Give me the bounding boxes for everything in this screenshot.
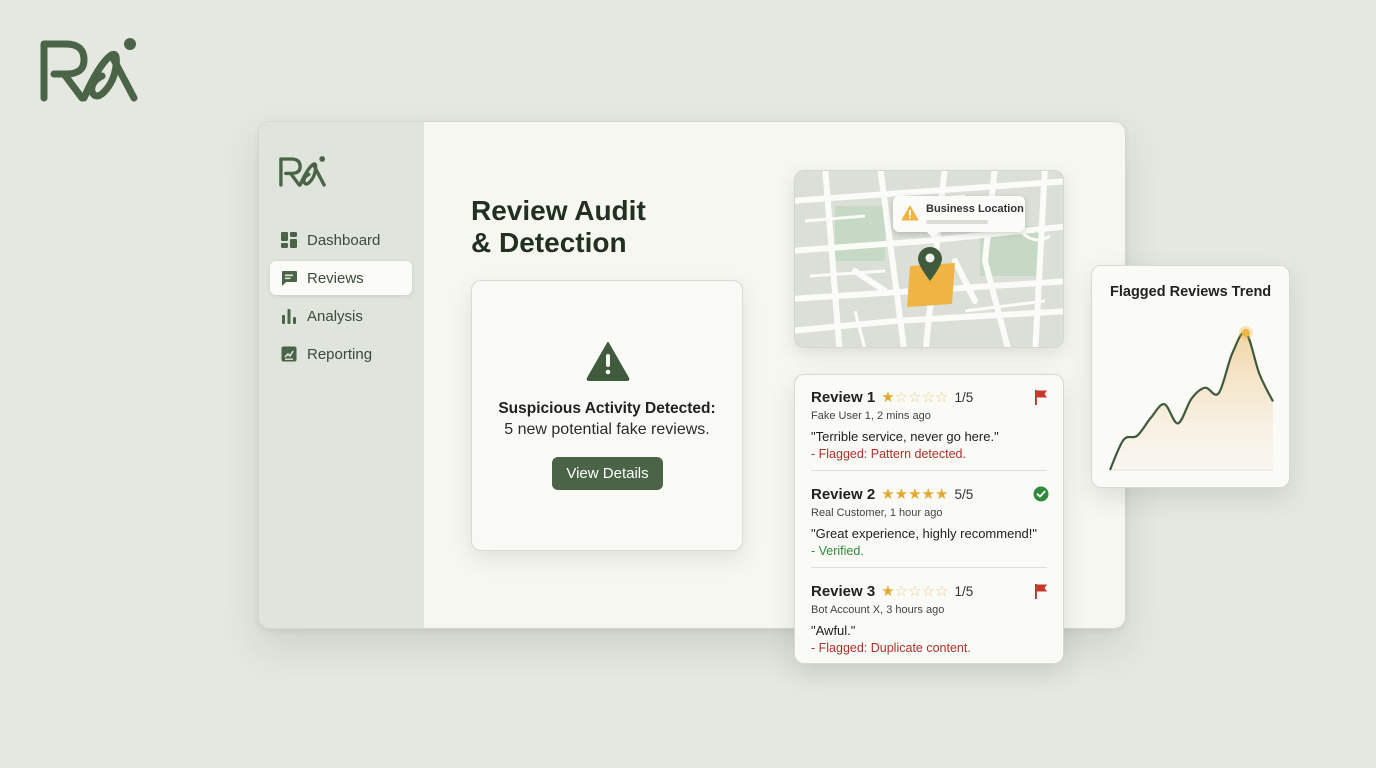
chat-bubble-icon	[282, 271, 297, 286]
review-status: - Flagged: Duplicate content.	[811, 641, 971, 655]
red-flag-icon[interactable]	[1033, 389, 1049, 405]
report-document-icon	[281, 346, 297, 362]
divider	[811, 567, 1047, 568]
sidebar-item-label: Reporting	[307, 345, 373, 363]
suspicious-activity-card: Suspicious Activity Detected: 5 new pote…	[471, 280, 743, 551]
review-item[interactable]: Review 1 ★☆☆☆☆ 1/5 Fake User 1, 2 mins a…	[811, 386, 1049, 482]
flagged-reviews-trend-card: Flagged Reviews Trend	[1091, 265, 1290, 488]
review-quote: "Terrible service, never go here."	[811, 429, 999, 444]
review-status: - Flagged: Pattern detected.	[811, 447, 966, 461]
star-rating-icon: ★☆☆☆☆	[881, 582, 949, 600]
dashboard-grid-icon	[281, 232, 297, 248]
trend-area	[1110, 332, 1273, 470]
review-item[interactable]: Review 2 ★★★★★ 5/5 Real Customer, 1 hour…	[811, 483, 1049, 579]
sidebar-item-label: Analysis	[307, 307, 363, 325]
sidebar: Dashboard Reviews Analysis Reporting	[259, 122, 424, 628]
review-title: Review 2	[811, 485, 876, 503]
warning-triangle-icon	[901, 205, 919, 221]
bar-chart-icon	[282, 309, 296, 324]
star-rating-icon: ★☆☆☆☆	[881, 388, 949, 406]
red-flag-icon[interactable]	[1033, 583, 1049, 599]
green-check-icon	[1033, 486, 1049, 502]
map-tooltip-placeholder-bar	[926, 220, 988, 224]
sidebar-item-reporting[interactable]: Reporting	[270, 337, 412, 371]
warning-triangle-icon	[586, 342, 630, 381]
business-location-map[interactable]: Business Location	[794, 170, 1064, 348]
brand-logo	[40, 38, 138, 102]
review-rating: 5/5	[954, 486, 974, 502]
review-meta: Bot Account X, 3 hours ago	[811, 604, 945, 616]
review-title: Review 1	[811, 388, 876, 406]
view-details-button[interactable]: View Details	[552, 457, 663, 490]
star-rating-icon: ★★★★★	[881, 485, 949, 503]
review-rating: 1/5	[954, 389, 974, 405]
sidebar-item-dashboard[interactable]: Dashboard	[270, 223, 412, 257]
divider	[811, 470, 1047, 471]
review-meta: Fake User 1, 2 mins ago	[811, 410, 931, 422]
review-quote: "Awful."	[811, 623, 856, 638]
review-title: Review 3	[811, 582, 876, 600]
reviews-list-card: Review 1 ★☆☆☆☆ 1/5 Fake User 1, 2 mins a…	[794, 374, 1064, 664]
alert-title: Suspicious Activity Detected:	[498, 400, 716, 417]
map-tooltip-label: Business Location	[926, 203, 1024, 215]
review-rating: 1/5	[954, 583, 974, 599]
sidebar-item-reviews[interactable]: Reviews	[270, 261, 412, 295]
page-title: Review Audit & Detection	[471, 195, 646, 259]
review-status: - Verified.	[811, 544, 864, 558]
sidebar-item-analysis[interactable]: Analysis	[270, 299, 412, 333]
sidebar-logo	[279, 156, 326, 187]
page-title-line2: & Detection	[471, 227, 627, 258]
page-title-line1: Review Audit	[471, 195, 646, 226]
review-item[interactable]: Review 3 ★☆☆☆☆ 1/5 Bot Account X, 3 hour…	[811, 580, 1049, 676]
alert-message: 5 new potential fake reviews.	[504, 421, 710, 438]
peak-point	[1241, 328, 1250, 337]
review-quote: "Great experience, highly recommend!"	[811, 526, 1038, 541]
sidebar-item-label: Reviews	[307, 269, 364, 287]
trend-chart	[1108, 325, 1274, 471]
map-tooltip: Business Location	[893, 196, 1025, 238]
sidebar-item-label: Dashboard	[307, 231, 381, 249]
review-meta: Real Customer, 1 hour ago	[811, 507, 943, 519]
